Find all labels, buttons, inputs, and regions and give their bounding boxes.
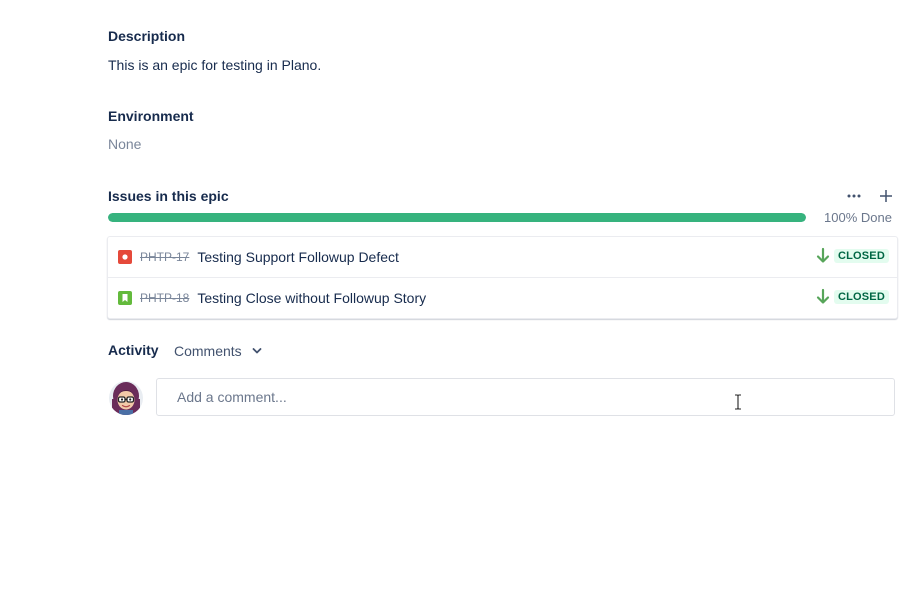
issue-key[interactable]: PHTP-17 [140, 250, 189, 264]
issue-row[interactable]: PHTP-18 Testing Close without Followup S… [108, 277, 897, 318]
story-icon [118, 291, 132, 305]
epic-progress-bar [108, 213, 806, 222]
issue-detail-page: Description This is an epic for testing … [0, 0, 912, 611]
bug-icon [118, 250, 132, 264]
user-avatar-icon [109, 381, 143, 415]
status-badge: CLOSED [833, 249, 889, 263]
add-comment-input[interactable] [156, 378, 895, 416]
description-text[interactable]: This is an epic for testing in Plano. [108, 57, 321, 73]
epic-issues-actions [842, 186, 898, 206]
avatar[interactable] [109, 381, 143, 415]
environment-value[interactable]: None [108, 136, 141, 152]
issue-summary[interactable]: Testing Close without Followup Story [197, 290, 426, 306]
activity-heading: Activity [108, 342, 159, 358]
epic-progress-label: 100% Done [824, 210, 892, 225]
description-heading: Description [108, 28, 186, 44]
activity-filter-value: Comments [174, 343, 242, 359]
issue-row[interactable]: PHTP-17 Testing Support Followup Defect … [108, 237, 897, 277]
more-actions-button[interactable] [842, 186, 866, 206]
epic-issues-heading: Issues in this epic [108, 188, 229, 204]
issue-key[interactable]: PHTP-18 [140, 291, 189, 305]
priority-low-arrow-icon [816, 247, 830, 263]
priority-low-arrow-icon [816, 288, 830, 304]
environment-heading: Environment [108, 108, 194, 124]
epic-progress-fill [108, 213, 806, 222]
epic-issue-list: PHTP-17 Testing Support Followup Defect … [107, 236, 898, 319]
issue-summary[interactable]: Testing Support Followup Defect [197, 249, 399, 265]
activity-filter-dropdown[interactable]: Comments [168, 340, 268, 362]
plus-icon [880, 190, 892, 202]
chevron-down-icon [252, 348, 262, 354]
more-icon [847, 194, 861, 198]
add-issue-button[interactable] [874, 186, 898, 206]
status-badge: CLOSED [833, 290, 889, 304]
